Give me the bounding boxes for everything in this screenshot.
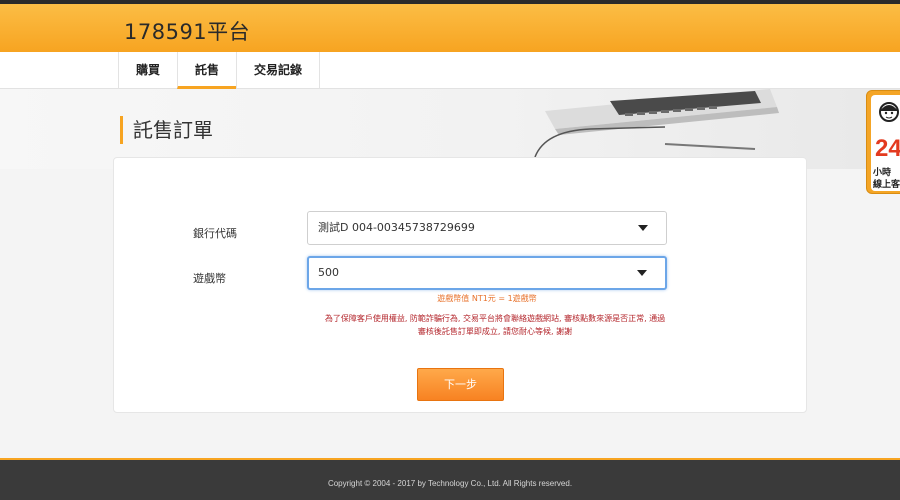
site-footer: Copyright © 2004 - 2017 by Technology Co… <box>0 458 900 500</box>
copyright-text: Copyright © 2004 - 2017 by Technology Co… <box>327 479 573 488</box>
laptop-illustration-icon <box>534 89 779 158</box>
service-widget-panel: 24 小時 線上客 <box>871 95 900 191</box>
next-step-button[interactable]: 下一步 <box>417 368 504 401</box>
warning-line-1: 為了保障客戶使用權益, 防範詐騙行為, 交易平台將會聯絡遊戲網站, 審核點數來源… <box>324 314 666 323</box>
customer-service-agent-icon <box>879 102 899 122</box>
tab-consign[interactable]: 託售 <box>177 52 237 89</box>
verification-warning: 為了保障客戶使用權益, 防範詐騙行為, 交易平台將會聯絡遊戲網站, 審核點數來源… <box>300 312 690 338</box>
caret-down-icon <box>638 225 648 231</box>
top-header-bar: 178591平台 <box>0 0 900 52</box>
game-coin-select[interactable]: 500 <box>307 256 667 290</box>
online-service-widget[interactable]: 24 小時 線上客 <box>866 90 900 194</box>
tab-buy[interactable]: 購買 <box>118 52 177 89</box>
bank-code-value: 測試D 004-00345738729699 <box>318 221 475 234</box>
game-coin-value: 500 <box>318 266 339 279</box>
bank-code-label: 銀行代碼 <box>193 227 237 240</box>
service-hours-number: 24 <box>875 135 900 162</box>
main-nav: 購買 託售 交易記錄 <box>0 52 900 89</box>
exchange-rate-note: 遊戲幣值 NT1元 = 1遊戲幣 <box>437 294 537 303</box>
service-text-line-2: 線上客 <box>873 180 900 190</box>
caret-down-icon <box>637 270 647 276</box>
tab-transaction-records[interactable]: 交易記錄 <box>236 52 321 89</box>
warning-line-2: 審核後託售訂單即成立, 請您耐心等候, 謝謝 <box>417 327 573 336</box>
game-coin-label: 遊戲幣 <box>193 272 226 285</box>
site-brand[interactable]: 178591平台 <box>124 16 250 46</box>
bank-code-select[interactable]: 測試D 004-00345738729699 <box>307 211 667 245</box>
page-title: 託售訂單 <box>120 116 213 144</box>
